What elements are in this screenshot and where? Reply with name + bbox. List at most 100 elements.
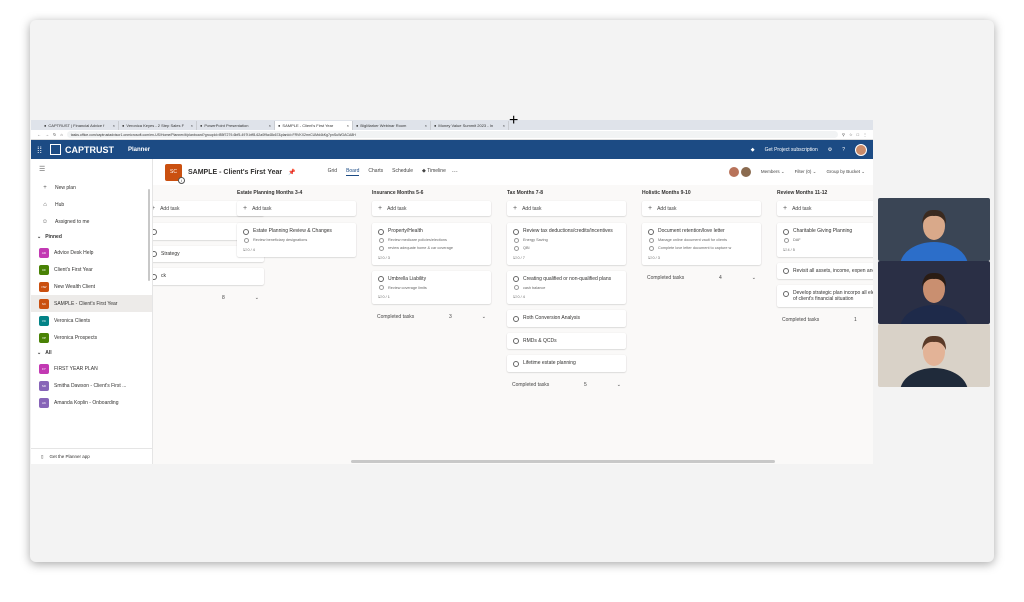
completed-tasks-toggle[interactable]: Completed tasks1⌄ — [777, 313, 873, 327]
checklist-item[interactable]: review adequate home & car coverage — [378, 245, 485, 251]
task-card[interactable]: Property/Health Review medicare policies/… — [372, 223, 491, 265]
sidebar-plan-item[interactable]: VC Veronica Clients — [31, 312, 152, 329]
add-task-button[interactable]: + Add task — [507, 201, 626, 216]
task-card[interactable]: Revisit all assets, income, expen and go… — [777, 262, 873, 279]
complete-checkbox-icon[interactable] — [513, 360, 519, 367]
checklist-item[interactable]: DAF — [783, 237, 873, 243]
checklist-item[interactable]: Manage online document vault for clients — [648, 237, 755, 243]
checklist-item[interactable]: Complete love letter document to capture… — [648, 245, 755, 251]
add-task-button[interactable]: + Add task — [372, 201, 491, 216]
settings-icon[interactable]: ⚙ — [828, 147, 832, 153]
sidebar-nav-item[interactable]: ☺ Assigned to me — [31, 213, 152, 230]
complete-checkbox-icon[interactable] — [513, 276, 519, 282]
task-card[interactable]: RMDs & QCDs — [507, 332, 626, 349]
checklist-item[interactable]: Review coverage limits — [378, 285, 485, 290]
menu-icon[interactable]: ⋮ — [863, 132, 867, 137]
filter-button[interactable]: Filter (0) ⌄ — [795, 169, 817, 175]
close-tab-icon[interactable]: × — [503, 123, 505, 128]
forward-icon[interactable]: → — [45, 132, 49, 137]
group-by-button[interactable]: Group by Bucket ⌄ — [826, 169, 865, 175]
browser-tab[interactable]: ● PowerPoint Presentation × — [197, 121, 275, 130]
task-card[interactable]: Document retention/love letter Manage onl… — [642, 223, 761, 265]
checklist-item[interactable]: Energy Saving — [513, 237, 620, 243]
complete-checkbox-icon[interactable] — [153, 273, 157, 280]
close-tab-icon[interactable]: × — [113, 123, 115, 128]
url-field[interactable]: tasks.office.com/captrustadvisor1.onmicr… — [66, 131, 839, 138]
browser-tab[interactable]: ● BigMarker Webinar Room × — [353, 121, 431, 130]
task-card[interactable]: Umbrella Liability Review coverage limits… — [372, 270, 491, 304]
member-avatar[interactable] — [740, 167, 751, 177]
complete-checkbox-icon[interactable] — [513, 338, 519, 344]
member-avatar[interactable] — [728, 167, 739, 177]
browser-tab[interactable]: ● Money Value Summit 2023 - In × — [431, 121, 509, 130]
checklist-circle-icon[interactable] — [514, 285, 519, 290]
sidebar-plan-item[interactable]: NW New Wealth Client — [31, 278, 152, 295]
task-card[interactable]: Review tax deductions/credits/incentives… — [507, 223, 626, 265]
checklist-item[interactable]: QBI — [513, 245, 620, 251]
checklist-circle-icon[interactable] — [379, 245, 384, 251]
close-tab-icon[interactable]: × — [347, 123, 349, 128]
extensions-icon[interactable]: □ — [857, 132, 859, 137]
browser-tab[interactable]: ● CAPTRUST | Financial Advice f × — [41, 121, 119, 130]
checklist-circle-icon[interactable] — [379, 237, 384, 243]
get-planner-app-link[interactable]: ▯ Get the Planner app — [31, 448, 152, 464]
complete-checkbox-icon[interactable] — [513, 228, 519, 235]
sidebar-nav-item[interactable]: + New plan — [31, 179, 152, 196]
home-icon[interactable]: ⌂ — [60, 132, 62, 137]
completed-tasks-toggle[interactable]: Completed tasks 5 ⌄ — [507, 378, 626, 392]
get-subscription-link[interactable]: Get Project subscription — [765, 147, 818, 153]
more-options-icon[interactable]: ··· — [452, 169, 458, 175]
checklist-item[interactable]: cash balance — [513, 285, 620, 290]
hamburger-menu-icon[interactable]: ☰ — [31, 159, 152, 179]
view-tab[interactable]: Schedule — [392, 168, 413, 176]
sidebar-plan-item[interactable]: FY FIRST YEAR PLAN — [31, 360, 152, 377]
view-tab[interactable]: Charts — [368, 168, 383, 176]
sidebar-plan-item[interactable]: AD Advice Desk Help — [31, 244, 152, 261]
checklist-item[interactable]: Review medicare policies/elections — [378, 237, 485, 243]
members-button[interactable]: Members ⌄ — [761, 169, 785, 175]
complete-checkbox-icon[interactable] — [153, 228, 157, 235]
complete-checkbox-icon[interactable] — [783, 268, 789, 274]
add-task-button[interactable]: + Add task — [642, 201, 761, 216]
complete-checkbox-icon[interactable] — [648, 228, 654, 235]
complete-checkbox-icon[interactable] — [783, 228, 789, 235]
all-section-header[interactable]: ⌄ All — [31, 346, 152, 360]
checklist-item[interactable]: Review beneficiary designations — [243, 237, 350, 243]
user-avatar[interactable] — [855, 143, 867, 156]
completed-tasks-toggle[interactable]: 8 ⌄ — [153, 291, 264, 305]
task-card[interactable]: Estate Planning Review & Changes Review b… — [237, 223, 356, 257]
board-horizontal-scrollbar[interactable] — [351, 460, 775, 463]
checklist-circle-icon[interactable] — [784, 237, 789, 243]
complete-checkbox-icon[interactable] — [378, 276, 384, 282]
star-icon[interactable]: ☆ — [849, 132, 853, 137]
checklist-circle-icon[interactable] — [649, 245, 654, 251]
zoom-icon[interactable]: ⚲ — [842, 132, 845, 137]
task-card[interactable]: Lifetime estate planning — [507, 355, 626, 372]
complete-checkbox-icon[interactable] — [243, 228, 249, 235]
new-tab-icon[interactable]: + — [509, 112, 518, 130]
help-icon[interactable]: ? — [842, 147, 845, 153]
checklist-circle-icon[interactable] — [514, 245, 519, 251]
sidebar-scrollbar[interactable] — [148, 189, 150, 281]
view-tab[interactable]: Board — [346, 168, 360, 176]
view-tab[interactable]: ◆ Timeline — [422, 168, 446, 176]
task-card[interactable]: Roth Conversion Analysis — [507, 310, 626, 327]
info-icon[interactable]: i — [178, 176, 185, 184]
complete-checkbox-icon[interactable] — [153, 251, 157, 257]
task-card[interactable]: ck — [153, 268, 264, 285]
back-icon[interactable]: ← — [37, 132, 41, 137]
task-card[interactable]: Charitable Giving Planning DAF ☑ 4 / 5 — [777, 223, 873, 257]
task-card[interactable]: Creating qualified or non-qualified plan… — [507, 270, 626, 304]
task-card[interactable]: Develop strategic plan incorpo all eleme… — [777, 285, 873, 307]
close-tab-icon[interactable]: × — [191, 123, 193, 128]
sidebar-plan-item[interactable]: CF Client's First Year — [31, 261, 152, 278]
sidebar-nav-item[interactable]: ⌂ Hub — [31, 196, 152, 213]
checklist-circle-icon[interactable] — [379, 285, 384, 290]
checklist-circle-icon[interactable] — [514, 237, 519, 243]
completed-tasks-toggle[interactable]: Completed tasks 3 ⌄ — [372, 310, 491, 324]
sidebar-plan-item[interactable]: VP Veronica Prospects — [31, 329, 152, 346]
close-tab-icon[interactable]: × — [269, 123, 271, 128]
sidebar-plan-item[interactable]: SC SAMPLE - Client's First Year — [31, 295, 152, 312]
browser-tab[interactable]: ● SAMPLE - Client's First Year × — [275, 121, 353, 130]
browser-tab[interactable]: ● Veronica Keyes - 2 Step Sales F × — [119, 121, 197, 130]
